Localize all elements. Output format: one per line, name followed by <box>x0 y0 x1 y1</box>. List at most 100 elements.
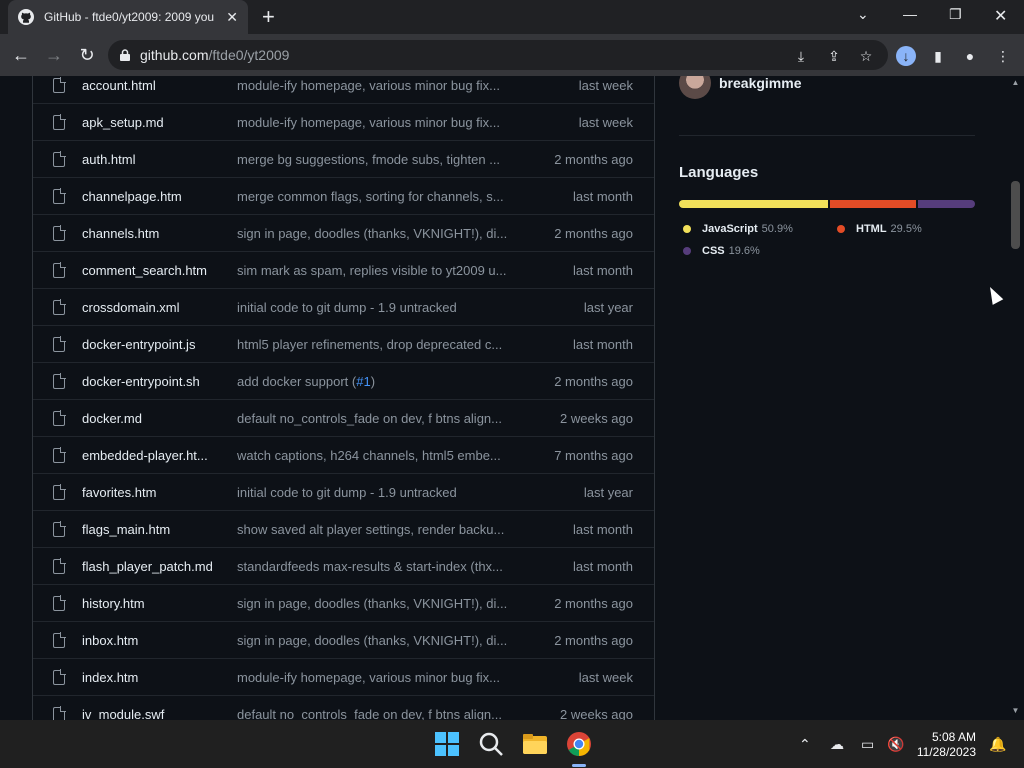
commit-message-text: default no_controls_fade on dev, f btns … <box>237 706 502 721</box>
notifications-icon[interactable]: 🔔 <box>989 736 1006 753</box>
minimize-button[interactable]: — <box>903 6 917 22</box>
side-panel-icon[interactable]: ▮ <box>929 47 947 65</box>
commit-message-text: sim mark as spam, replies visible to yt2… <box>237 262 507 278</box>
close-window-button[interactable]: ✕ <box>994 6 1007 26</box>
scroll-thumb[interactable] <box>1011 181 1020 249</box>
network-icon[interactable]: ▭ <box>861 736 874 753</box>
profile-icon[interactable]: ● <box>961 47 979 65</box>
file-row[interactable]: flags_main.htm show saved alt player sett… <box>33 510 654 547</box>
new-tab-button[interactable]: + <box>262 6 275 28</box>
language-bar-segment[interactable] <box>829 200 916 208</box>
chrome-icon[interactable] <box>566 731 592 757</box>
page-scrollbar[interactable]: ▲ ▼ <box>1007 76 1024 720</box>
language-legend-item[interactable]: CSS 19.6% <box>679 240 760 262</box>
address-bar[interactable]: github.com/ftde0/yt2009 <box>108 40 888 70</box>
file-name-link[interactable]: docker-entrypoint.js <box>82 337 237 352</box>
tab-close-icon[interactable]: ✕ <box>226 9 238 26</box>
file-row[interactable]: auth.html merge bg suggestions, fmode sub… <box>33 140 654 177</box>
commit-message-link[interactable]: sim mark as spam, replies visible to yt2… <box>237 263 527 278</box>
language-legend-item[interactable]: JavaScript 50.9% <box>679 218 813 240</box>
file-name-link[interactable]: account.html <box>82 78 237 93</box>
file-row[interactable]: inbox.htm sign in page, doodles (thanks, … <box>33 621 654 658</box>
show-hidden-icons-icon[interactable]: ⌃ <box>799 736 811 753</box>
tab-search-icon[interactable]: ⌄ <box>857 6 869 23</box>
commit-message-link[interactable]: merge common flags, sorting for channels… <box>237 189 527 204</box>
commit-message-link[interactable]: default no_controls_fade on dev, f btns … <box>237 707 527 721</box>
share-icon[interactable]: ⇪ <box>825 47 843 65</box>
commit-message-text: watch captions, h264 channels, html5 emb… <box>237 447 501 463</box>
file-name-link[interactable]: flags_main.htm <box>82 522 237 537</box>
file-name-link[interactable]: docker.md <box>82 411 237 426</box>
commit-message-link[interactable]: show saved alt player settings, render b… <box>237 522 527 537</box>
menu-icon[interactable]: ⋮ <box>994 47 1012 65</box>
search-icon[interactable] <box>478 731 504 757</box>
downloads-icon[interactable]: ↓ <box>896 46 916 66</box>
install-app-icon[interactable]: ⤓ <box>792 47 810 65</box>
language-bar-segment[interactable] <box>917 200 975 208</box>
file-name-link[interactable]: index.htm <box>82 670 237 685</box>
commit-message-link[interactable]: default no_controls_fade on dev, f btns … <box>237 411 527 426</box>
file-row[interactable]: docker-entrypoint.js html5 player refinem… <box>33 325 654 362</box>
file-row[interactable]: iv_module.swf default no_controls_fade on… <box>33 695 654 720</box>
contributor-name[interactable]: breakgimme <box>719 76 801 91</box>
scroll-up-arrow[interactable]: ▲ <box>1010 78 1021 87</box>
file-row[interactable]: comment_search.htm sim mark as spam, repl… <box>33 251 654 288</box>
file-row[interactable]: docker.md default no_controls_fade on dev… <box>33 399 654 436</box>
file-row[interactable]: docker-entrypoint.sh add docker support (… <box>33 362 654 399</box>
commit-message-link[interactable]: initial code to git dump - 1.9 untracked <box>237 300 527 315</box>
commit-message-link[interactable]: module-ify homepage, various minor bug f… <box>237 78 527 93</box>
browser-tab[interactable]: GitHub - ftde0/yt2009: 2009 youtube ✕ <box>8 0 248 34</box>
file-row[interactable]: channels.htm sign in page, doodles (thank… <box>33 214 654 251</box>
windows-start-icon[interactable] <box>434 731 460 757</box>
contributor-item[interactable]: breakgimme <box>679 76 975 102</box>
commit-message-link[interactable]: html5 player refinements, drop deprecate… <box>237 337 527 352</box>
bookmark-star-icon[interactable]: ☆ <box>857 47 875 65</box>
file-row[interactable]: apk_setup.md module-ify homepage, various… <box>33 103 654 140</box>
file-name-link[interactable]: channelpage.htm <box>82 189 237 204</box>
file-name-link[interactable]: inbox.htm <box>82 633 237 648</box>
file-row[interactable]: history.htm sign in page, doodles (thanks… <box>33 584 654 621</box>
file-explorer-icon[interactable] <box>522 731 548 757</box>
volume-icon[interactable]: 🔇 <box>887 736 904 753</box>
commit-message-link[interactable]: module-ify homepage, various minor bug f… <box>237 670 527 685</box>
commit-message-link[interactable]: module-ify homepage, various minor bug f… <box>237 115 527 130</box>
language-legend-item[interactable]: HTML 29.5% <box>833 218 922 240</box>
file-name-link[interactable]: favorites.htm <box>82 485 237 500</box>
issue-link[interactable]: #1 <box>356 374 370 389</box>
file-name-link[interactable]: auth.html <box>82 152 237 167</box>
commit-message-link[interactable]: merge bg suggestions, fmode subs, tighte… <box>237 152 527 167</box>
file-row[interactable]: favorites.htm initial code to git dump - … <box>33 473 654 510</box>
forward-button[interactable]: → <box>43 44 65 66</box>
file-name-link[interactable]: docker-entrypoint.sh <box>82 374 237 389</box>
file-name-link[interactable]: iv_module.swf <box>82 707 237 721</box>
onedrive-icon[interactable]: ☁ <box>830 736 844 753</box>
file-row[interactable]: embedded-player.ht... watch captions, h26… <box>33 436 654 473</box>
file-row[interactable]: index.htm module-ify homepage, various mi… <box>33 658 654 695</box>
restore-button[interactable]: ❐ <box>949 6 962 23</box>
commit-message-link[interactable]: sign in page, doodles (thanks, VKNIGHT!)… <box>237 633 527 648</box>
file-name-link[interactable]: comment_search.htm <box>82 263 237 278</box>
file-row[interactable]: flash_player_patch.md standardfeeds max-r… <box>33 547 654 584</box>
file-name-link[interactable]: apk_setup.md <box>82 115 237 130</box>
commit-message-link[interactable]: standardfeeds max-results & start-index … <box>237 559 527 574</box>
avatar[interactable] <box>679 76 711 99</box>
system-clock[interactable]: 5:08 AM 11/28/2023 <box>916 730 976 760</box>
file-icon <box>53 261 66 278</box>
file-row[interactable]: account.html module-ify homepage, various… <box>33 76 654 103</box>
file-row[interactable]: channelpage.htm merge common flags, sorti… <box>33 177 654 214</box>
language-bar-segment[interactable] <box>679 200 828 208</box>
file-name-link[interactable]: channels.htm <box>82 226 237 241</box>
back-button[interactable]: ← <box>10 44 32 66</box>
commit-message-link[interactable]: sign in page, doodles (thanks, VKNIGHT!)… <box>237 596 527 611</box>
commit-message-link[interactable]: sign in page, doodles (thanks, VKNIGHT!)… <box>237 226 527 241</box>
reload-button[interactable]: ↻ <box>76 44 98 66</box>
file-row[interactable]: crossdomain.xml initial code to git dump … <box>33 288 654 325</box>
file-name-link[interactable]: flash_player_patch.md <box>82 559 237 574</box>
file-name-link[interactable]: history.htm <box>82 596 237 611</box>
commit-message-link[interactable]: watch captions, h264 channels, html5 emb… <box>237 448 527 463</box>
file-name-link[interactable]: crossdomain.xml <box>82 300 237 315</box>
scroll-down-arrow[interactable]: ▼ <box>1010 706 1021 715</box>
file-name-link[interactable]: embedded-player.ht... <box>82 448 237 463</box>
commit-message-link[interactable]: initial code to git dump - 1.9 untracked <box>237 485 527 500</box>
commit-message-link[interactable]: add docker support (#1) <box>237 374 527 389</box>
